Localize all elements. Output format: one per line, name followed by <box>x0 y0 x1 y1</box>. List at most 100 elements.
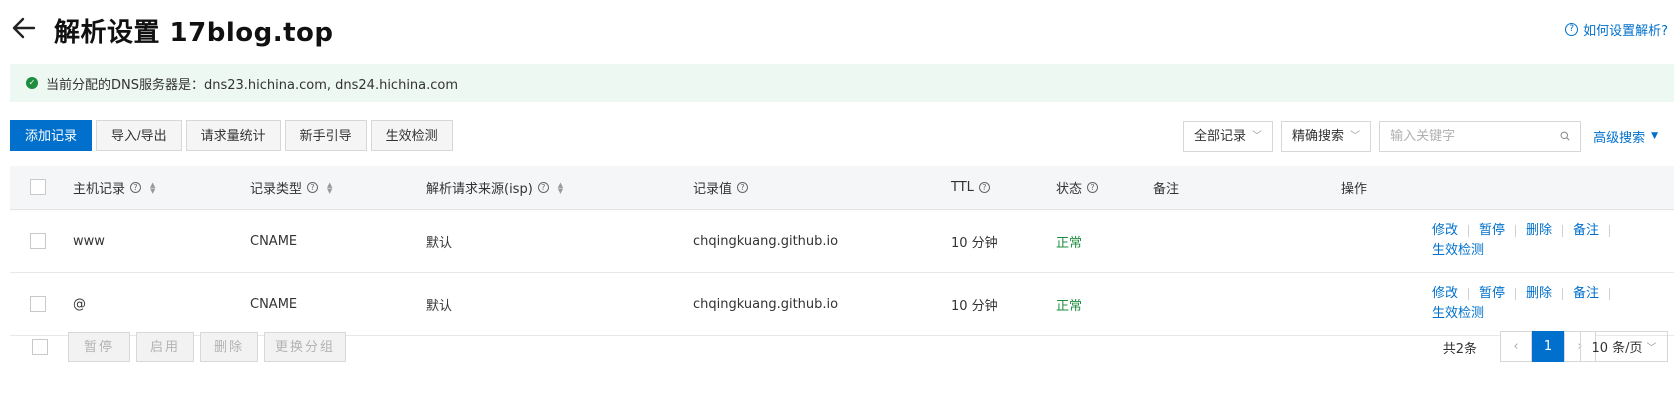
divider <box>1515 225 1517 237</box>
divider <box>1562 225 1564 237</box>
toolbar: 添加记录 导入/导出 请求量统计 新手引导 生效检测 <box>10 120 453 152</box>
question-icon[interactable]: ? <box>737 182 749 193</box>
sort-icon[interactable]: ▲ ▼ <box>558 181 563 194</box>
page-size-select[interactable]: 10 条/页 ﹀ <box>1580 331 1668 362</box>
row-actions: 修改 暂停 删除 备注 生效检测 <box>1432 221 1662 261</box>
col-ttl-label: TTL <box>951 180 974 195</box>
sort-icon[interactable]: ▲ ▼ <box>150 181 155 194</box>
page-header: 解析设置 17blog.top ? 如何设置解析? <box>0 0 1674 58</box>
col-value: 记录值 ? <box>693 178 749 197</box>
question-icon[interactable]: ? <box>130 182 142 193</box>
col-isp-label: 解析请求来源(isp) <box>426 182 533 197</box>
table-row: @ CNAME 默认 chqingkuang.github.io 10 分钟 正… <box>10 273 1674 336</box>
cell-status: 正常 <box>1056 235 1083 251</box>
notice-text: 当前分配的DNS服务器是：dns23.hichina.com, dns24.hi… <box>46 77 459 93</box>
divider <box>1468 288 1470 300</box>
col-actions: 操作 <box>1341 182 1368 197</box>
page-number-button[interactable]: 1 <box>1532 331 1564 362</box>
question-icon[interactable]: ? <box>1087 182 1099 193</box>
col-type[interactable]: 记录类型 ? ▲ ▼ <box>250 178 332 197</box>
add-record-button[interactable]: 添加记录 <box>10 120 93 151</box>
filter-tools: 全部记录 ﹀ 精确搜索 ﹀ 高级搜索 ▼ <box>1183 120 1674 152</box>
remark-link[interactable]: 备注 <box>1573 221 1599 241</box>
col-isp[interactable]: 解析请求来源(isp) ? ▲ ▼ <box>426 178 563 197</box>
question-icon[interactable]: ? <box>307 182 319 193</box>
search-mode-select[interactable]: 精确搜索 ﹀ <box>1281 120 1372 152</box>
check-circle-icon: ✓ <box>26 77 38 89</box>
cell-host: @ <box>73 296 86 312</box>
dns-settings-page: 解析设置 17blog.top ? 如何设置解析? ✓ 当前分配的DNS服务器是… <box>0 0 1674 416</box>
advanced-search-toggle[interactable]: 高级搜索 ▼ <box>1593 127 1658 146</box>
cell-isp: 默认 <box>426 235 453 251</box>
footer-select-all-checkbox[interactable] <box>32 339 48 355</box>
question-icon[interactable]: ? <box>978 182 990 193</box>
guide-button[interactable]: 新手引导 <box>284 120 367 151</box>
effect-check-link[interactable]: 生效检测 <box>1432 304 1484 324</box>
keyword-search <box>1379 120 1582 152</box>
batch-enable-button[interactable]: 启用 <box>136 332 194 362</box>
delete-link[interactable]: 删除 <box>1526 221 1552 241</box>
table-row: www CNAME 默认 chqingkuang.github.io 10 分钟… <box>10 210 1674 273</box>
col-ttl: TTL ? <box>951 180 990 195</box>
col-value-label: 记录值 <box>693 182 733 197</box>
advanced-search-label: 高级搜索 <box>1593 130 1646 146</box>
row-checkbox[interactable] <box>30 233 46 249</box>
request-stats-button[interactable]: 请求量统计 <box>185 120 281 151</box>
col-host-label: 主机记录 <box>73 182 126 197</box>
help-link[interactable]: ? 如何设置解析? <box>1565 20 1668 39</box>
edit-link[interactable]: 修改 <box>1432 221 1458 241</box>
back-arrow-icon[interactable] <box>10 14 38 42</box>
cell-ttl: 10 分钟 <box>951 235 998 251</box>
cell-value: chqingkuang.github.io <box>693 233 839 249</box>
import-export-button[interactable]: 导入/导出 <box>96 120 182 151</box>
cell-type: CNAME <box>250 296 298 312</box>
effect-check-link[interactable]: 生效检测 <box>1432 241 1484 261</box>
search-input[interactable] <box>1390 128 1561 144</box>
cell-type: CNAME <box>250 233 298 249</box>
table-header: 主机记录 ? ▲ ▼ 记录类型 ? ▲ ▼ 解析请求来源(isp) ? ▲ ▼ 记录值… <box>10 166 1674 210</box>
page-size-value: 10 条/页 <box>1591 341 1643 356</box>
chevron-down-icon: ﹀ <box>1252 130 1263 142</box>
record-filter-select[interactable]: 全部记录 ﹀ <box>1183 120 1274 152</box>
sort-icon[interactable]: ▲ ▼ <box>327 181 332 194</box>
caret-down-icon: ▼ <box>1651 131 1658 141</box>
col-type-label: 记录类型 <box>250 182 303 197</box>
effect-check-button[interactable]: 生效检测 <box>370 120 453 151</box>
record-filter-value: 全部记录 <box>1194 128 1247 144</box>
dns-records-table: 主机记录 ? ▲ ▼ 记录类型 ? ▲ ▼ 解析请求来源(isp) ? ▲ ▼ 记录值… <box>10 166 1674 336</box>
question-icon: ? <box>1565 23 1579 36</box>
search-mode-value: 精确搜索 <box>1292 128 1345 144</box>
dns-server-notice: ✓ 当前分配的DNS服务器是：dns23.hichina.com, dns24.… <box>10 64 1674 102</box>
cell-status: 正常 <box>1056 298 1083 314</box>
page-title: 解析设置 17blog.top <box>54 18 334 48</box>
table-footer: 暂停 启用 删除 更换分组 共2条 ‹ 1 › 10 条/页 ﹀ <box>10 330 1674 366</box>
chevron-down-icon: ﹀ <box>1350 130 1361 142</box>
pause-link[interactable]: 暂停 <box>1479 284 1505 304</box>
divider <box>1562 288 1564 300</box>
col-remark: 备注 <box>1153 182 1180 197</box>
edit-link[interactable]: 修改 <box>1432 284 1458 304</box>
select-all-checkbox[interactable] <box>30 179 46 195</box>
divider <box>1468 225 1470 237</box>
divider <box>1515 288 1517 300</box>
col-status-label: 状态 <box>1056 182 1083 197</box>
batch-delete-button[interactable]: 删除 <box>200 332 258 362</box>
col-host[interactable]: 主机记录 ? ▲ ▼ <box>73 178 155 197</box>
cell-value: chqingkuang.github.io <box>693 296 839 312</box>
question-icon[interactable]: ? <box>537 182 549 193</box>
cell-host: www <box>73 233 105 249</box>
row-checkbox[interactable] <box>30 296 46 312</box>
remark-link[interactable]: 备注 <box>1573 284 1599 304</box>
batch-pause-button[interactable]: 暂停 <box>68 332 130 362</box>
prev-page-button[interactable]: ‹ <box>1500 331 1532 362</box>
change-group-button[interactable]: 更换分组 <box>264 332 346 362</box>
divider <box>1609 288 1611 300</box>
cell-isp: 默认 <box>426 298 453 314</box>
col-status: 状态 ? <box>1056 178 1099 197</box>
delete-link[interactable]: 删除 <box>1526 284 1552 304</box>
pause-link[interactable]: 暂停 <box>1479 221 1505 241</box>
row-actions: 修改 暂停 删除 备注 生效检测 <box>1432 284 1662 324</box>
divider <box>1609 225 1611 237</box>
search-icon[interactable] <box>1560 129 1570 143</box>
help-link-label: 如何设置解析? <box>1583 24 1668 39</box>
